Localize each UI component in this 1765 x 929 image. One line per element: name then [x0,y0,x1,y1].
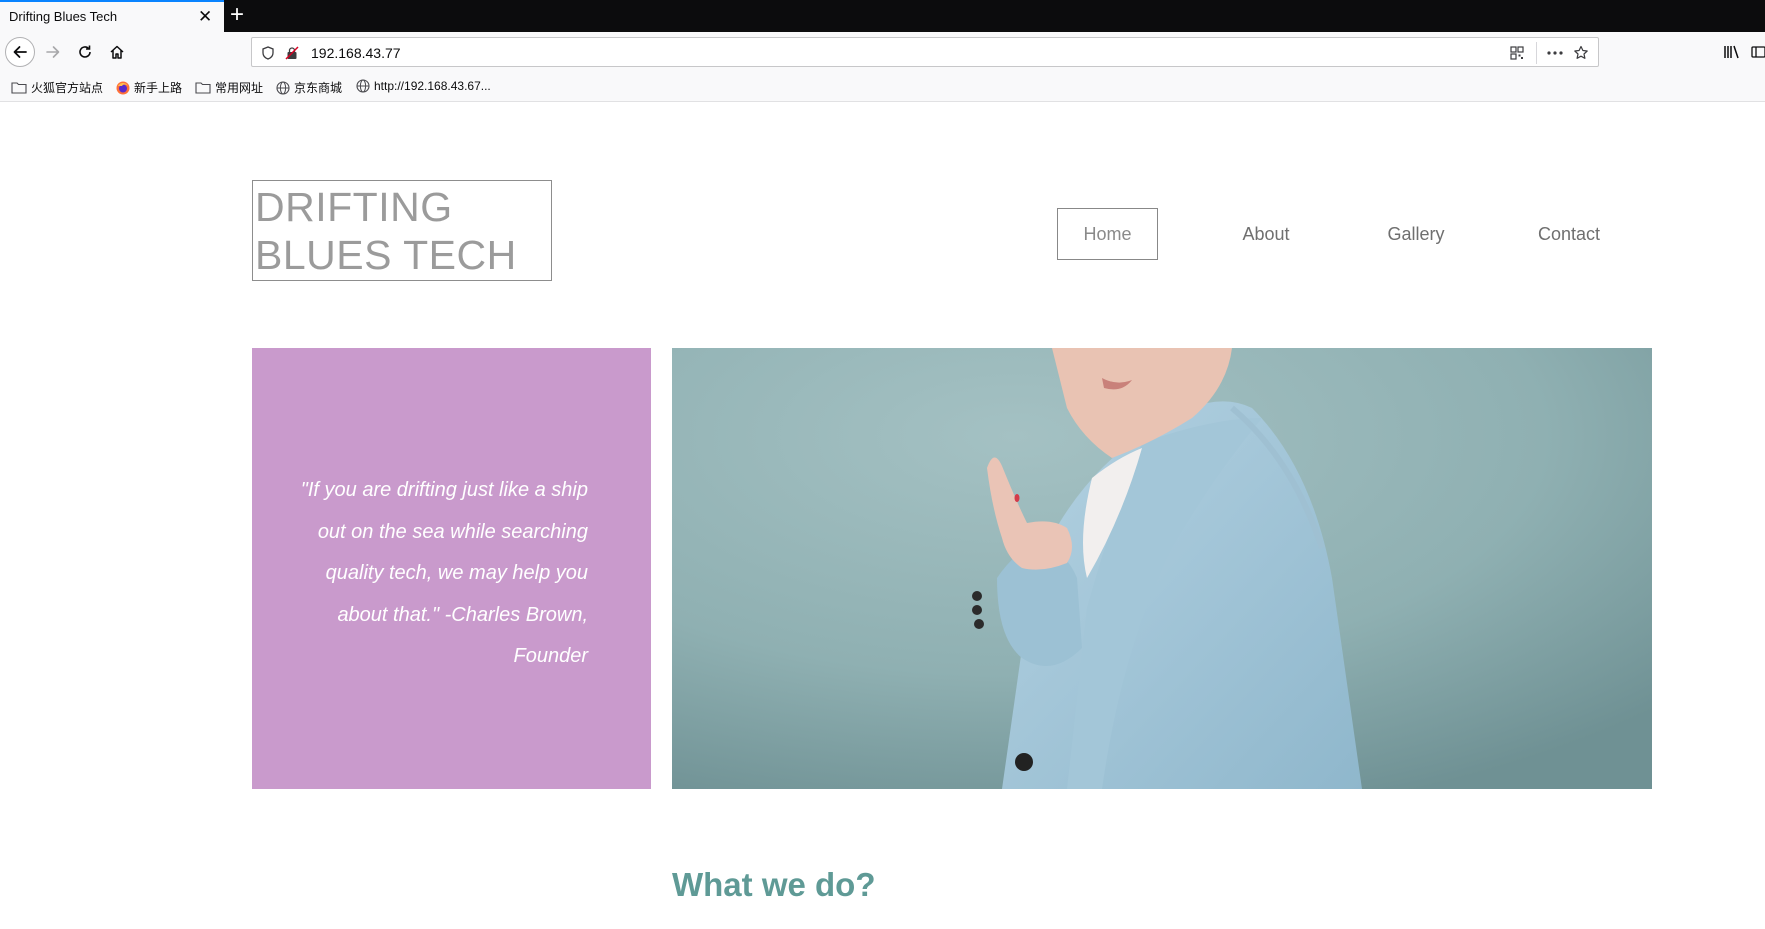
globe-icon [276,80,290,95]
qr-code-icon[interactable] [1508,44,1526,62]
nav-home[interactable]: Home [1057,208,1158,260]
shield-icon[interactable] [259,44,277,62]
bookmark-label: 火狐官方站点 [31,81,104,95]
globe-icon [356,79,370,93]
bookmark-item[interactable]: 京东商城 [276,79,342,96]
reload-icon [79,45,91,58]
sidebar-icon [1750,46,1765,58]
logo-text: DRIFTING BLUES TECH [255,184,517,278]
url-bar[interactable]: 192.168.43.77 [251,37,1599,67]
library-button[interactable] [1718,38,1746,66]
home-icon [110,45,124,59]
bookmark-label: 常用网址 [215,81,264,95]
web-page: DRIFTING BLUES TECH Home About Gallery C… [0,102,1765,929]
site-navigation: Home About Gallery Contact [1056,208,1622,260]
bookmark-item[interactable]: 火狐官方站点 [11,79,103,96]
folder-icon [195,81,211,94]
arrow-left-icon [13,46,27,58]
tab-title: Drifting Blues Tech [9,9,118,24]
quote-panel: "If you are drifting just like a ship ou… [252,348,651,789]
bookmark-label: 新手上路 [134,81,183,95]
bookmark-label: 京东商城 [294,81,343,95]
bookmark-label: http://192.168.43.67... [374,79,491,93]
bookmark-star-icon[interactable] [1572,44,1590,62]
bookmark-item[interactable]: 常用网址 [195,79,263,96]
nav-gallery[interactable]: Gallery [1376,208,1456,260]
founder-quote: "If you are drifting just like a ship ou… [300,479,588,667]
tab-strip: Drifting Blues Tech ✕ + [0,0,1765,32]
url-text[interactable]: 192.168.43.77 [311,45,401,61]
nav-contact[interactable]: Contact [1524,208,1614,260]
library-icon [1724,45,1739,59]
home-button[interactable] [103,38,131,66]
hero-image [672,348,1652,789]
new-tab-button[interactable]: + [230,2,244,28]
url-separator [1536,42,1537,64]
section-title: What we do? [672,866,876,903]
forward-button[interactable] [39,38,67,66]
active-tab[interactable]: Drifting Blues Tech ✕ [0,0,224,32]
sidebar-button[interactable] [1750,38,1765,66]
tab-close-icon[interactable]: ✕ [198,7,212,27]
bookmark-item[interactable]: 新手上路 [116,79,182,96]
reload-button[interactable] [71,38,99,66]
page-actions-icon[interactable] [1546,44,1564,62]
bookmark-item[interactable]: http://192.168.43.67... [356,79,491,93]
folder-icon [11,81,27,94]
site-logo[interactable]: DRIFTING BLUES TECH [252,180,552,281]
back-button[interactable] [5,37,35,67]
nav-about[interactable]: About [1226,208,1306,260]
arrow-right-icon [46,46,60,58]
firefox-icon [116,81,130,94]
insecure-lock-icon[interactable] [283,44,301,62]
bookmarks-toolbar: 火狐官方站点 新手上路 常用网址 京东商城 http://192.168.43.… [0,72,1765,102]
navigation-toolbar: 192.168.43.77 [0,32,1765,72]
